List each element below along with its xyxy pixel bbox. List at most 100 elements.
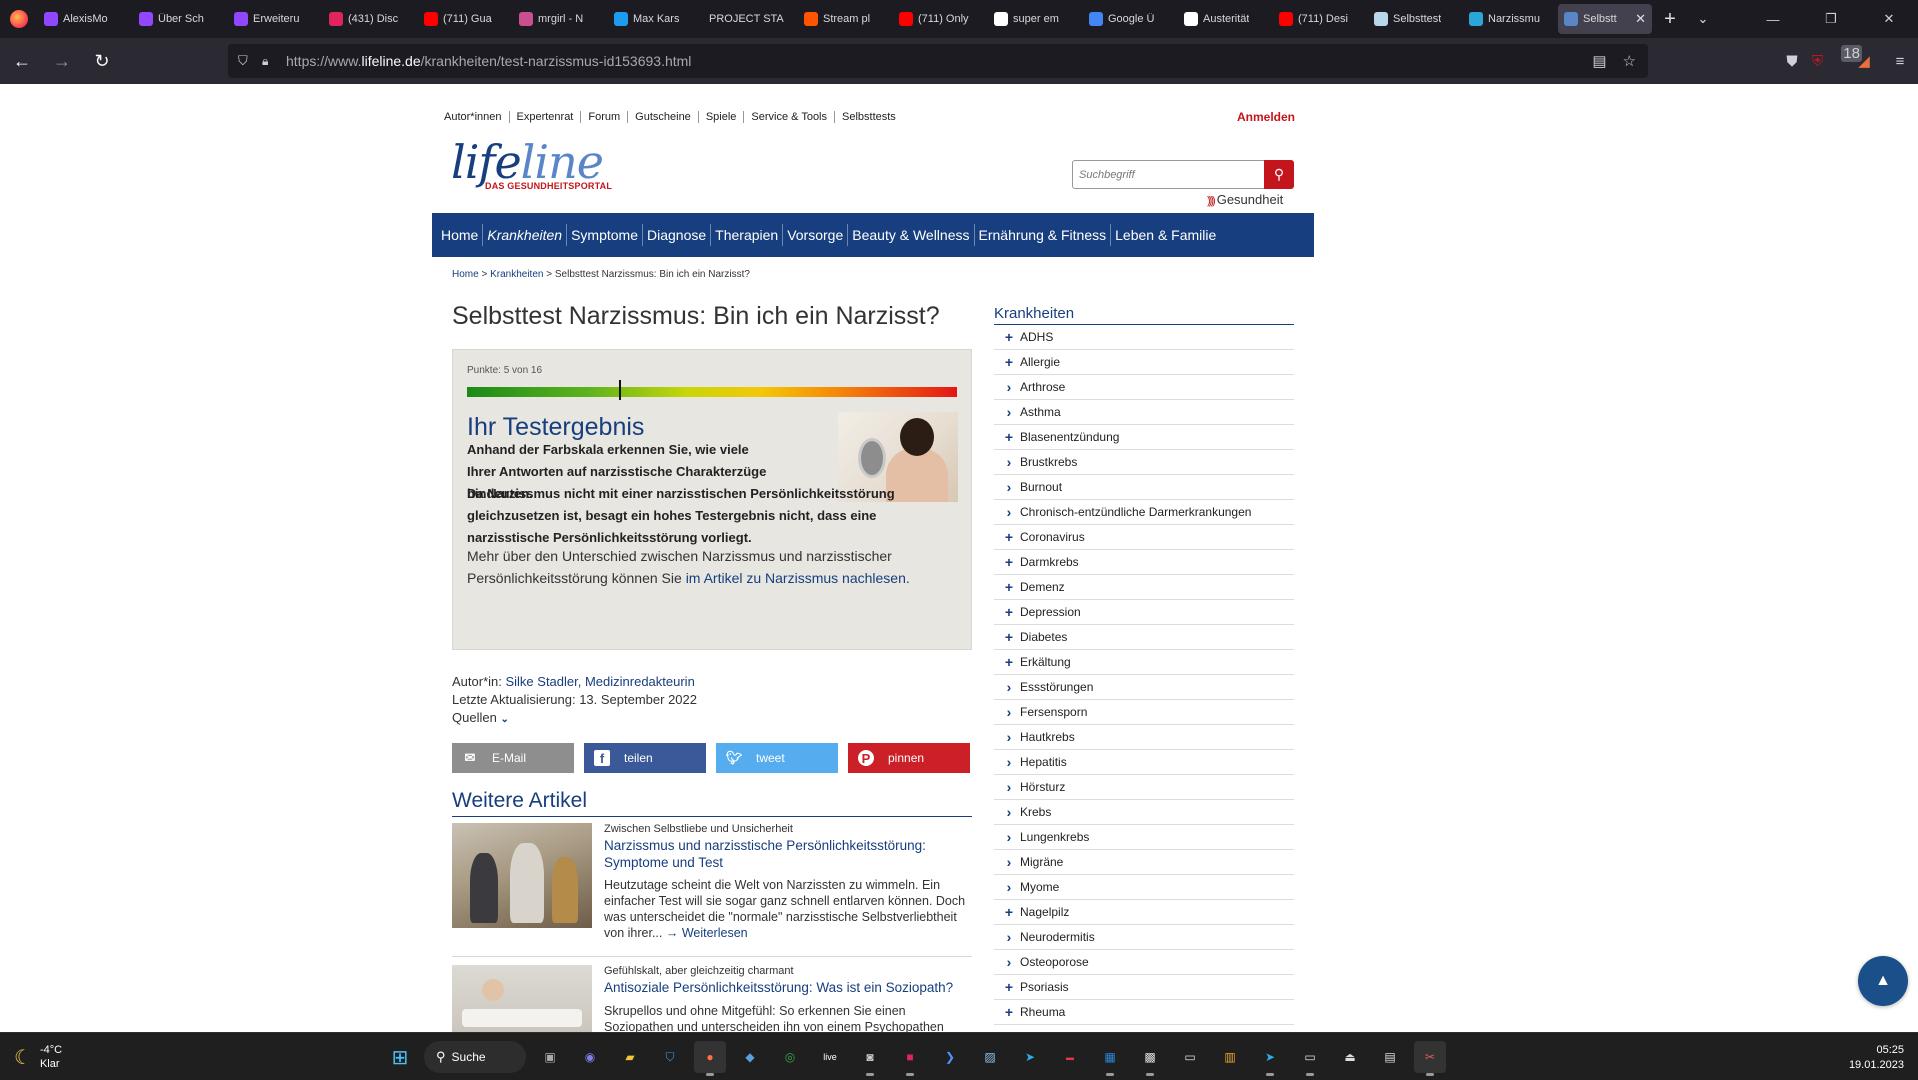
- menu-icon[interactable]: ≡: [1882, 53, 1918, 70]
- url-bar[interactable]: ⛉ 🔒︎ https://www. lifeline.de/krankheiten…: [228, 44, 1648, 78]
- close-window-icon[interactable]: ✕: [1860, 0, 1918, 38]
- teams-chat-icon[interactable]: ◉: [574, 1041, 606, 1073]
- sidebar-item[interactable]: + Demenz: [994, 575, 1294, 600]
- browser-tab[interactable]: (711) Only: [893, 4, 988, 34]
- ublock-extension-icon[interactable]: ⛨ 18: [1810, 44, 1862, 70]
- camera-app-icon[interactable]: ◙: [854, 1041, 886, 1076]
- browser-tab[interactable]: Selbstt ✕: [1558, 4, 1652, 34]
- related-article-image[interactable]: [452, 823, 592, 928]
- forward-icon[interactable]: →: [44, 45, 80, 77]
- read-more-link[interactable]: → Weiterlesen: [666, 926, 748, 940]
- service-nav-link[interactable]: Service & Tools: [744, 111, 835, 123]
- main-nav-link[interactable]: Vorsorge: [783, 224, 849, 246]
- restore-icon[interactable]: ❐: [1802, 0, 1860, 38]
- share-facebook-button[interactable]: f teilen: [584, 743, 706, 773]
- lock-icon[interactable]: 🔒︎: [262, 54, 276, 68]
- sidebar-item[interactable]: › Asthma: [994, 400, 1294, 425]
- browser-tab[interactable]: AlexisMo: [38, 4, 133, 34]
- console-icon[interactable]: ▭: [1294, 1041, 1326, 1076]
- security-shield-icon[interactable]: ⛉: [654, 1041, 686, 1073]
- sidebar-item[interactable]: › Osteoporose: [994, 950, 1294, 975]
- terminal-icon[interactable]: ▭: [1174, 1041, 1206, 1073]
- browser-tab[interactable]: Austerität: [1178, 4, 1273, 34]
- reader-view-icon[interactable]: ▤: [1592, 52, 1606, 70]
- sidebar-item[interactable]: › Krebs: [994, 800, 1294, 825]
- browser-tab[interactable]: Über Sch: [133, 4, 228, 34]
- sidebar-item[interactable]: › Brustkrebs: [994, 450, 1294, 475]
- live-app-icon[interactable]: live: [814, 1041, 846, 1073]
- service-nav-link[interactable]: Expertenrat: [510, 111, 582, 123]
- service-nav-link[interactable]: Autor*innen: [444, 111, 510, 123]
- sources-toggle[interactable]: Quellen ⌄: [452, 710, 509, 725]
- media-app-icon[interactable]: ▩: [1134, 1041, 1166, 1076]
- firefox-taskbar-icon[interactable]: ●: [694, 1041, 726, 1076]
- pocket-icon[interactable]: ⛊: [1774, 53, 1810, 70]
- sidebar-item[interactable]: + Rheuma: [994, 1000, 1294, 1025]
- sidebar-item[interactable]: + Psoriasis: [994, 975, 1294, 1000]
- related-article-title[interactable]: Antisoziale Persönlichkeitsstörung: Was …: [604, 979, 972, 996]
- reload-icon[interactable]: ↻: [84, 45, 120, 77]
- related-article-image[interactable]: [452, 965, 592, 1035]
- browser-tab[interactable]: Google Ü: [1083, 4, 1178, 34]
- library-app-icon[interactable]: ▥: [1214, 1041, 1246, 1073]
- main-nav-link[interactable]: Diagnose: [643, 224, 712, 246]
- sidebar-item[interactable]: + Coronavirus: [994, 525, 1294, 550]
- service-nav-link[interactable]: Spiele: [699, 111, 745, 123]
- browser-tab[interactable]: Narzissmu: [1463, 4, 1558, 34]
- sidebar-item[interactable]: + Darmkrebs: [994, 550, 1294, 575]
- main-nav-link[interactable]: Home: [437, 224, 484, 246]
- sidebar-title[interactable]: Krankheiten: [994, 305, 1294, 325]
- snipping-tool-icon[interactable]: ✂: [1414, 1041, 1446, 1076]
- telegram-2-icon[interactable]: ➤: [1254, 1041, 1286, 1076]
- task-view-icon[interactable]: ▣: [534, 1041, 566, 1073]
- taskbar-search[interactable]: ⚲ Suche: [424, 1041, 526, 1073]
- browser-tab[interactable]: (431) Disc: [323, 4, 418, 34]
- browser-tab[interactable]: Max Kars: [608, 4, 703, 34]
- sidebar-item[interactable]: › Myome: [994, 875, 1294, 900]
- browser-tab[interactable]: PROJECT STA: [703, 4, 798, 34]
- chrome-icon[interactable]: ◎: [774, 1041, 806, 1073]
- main-nav-link[interactable]: Leben & Familie: [1111, 224, 1220, 246]
- related-article[interactable]: Zwischen Selbstliebe und Unsicherheit Na…: [452, 823, 972, 943]
- weather-widget[interactable]: ☾ -4°C Klar: [14, 1043, 62, 1071]
- firefox-icon[interactable]: [10, 10, 28, 28]
- sidebar-item[interactable]: + Nagelpilz: [994, 900, 1294, 925]
- sidebar-item[interactable]: › Migräne: [994, 850, 1294, 875]
- sidebar-item[interactable]: + Blasenentzündung: [994, 425, 1294, 450]
- service-nav-link[interactable]: Selbsttests: [835, 111, 903, 123]
- close-tab-icon[interactable]: ✕: [1631, 11, 1646, 27]
- back-icon[interactable]: ←: [4, 45, 40, 77]
- search-button[interactable]: ⚲: [1264, 160, 1294, 189]
- breadcrumb-home[interactable]: Home: [452, 269, 479, 280]
- login-link[interactable]: Anmelden: [1237, 110, 1295, 124]
- sidebar-item[interactable]: + Diabetes: [994, 625, 1294, 650]
- sidebar-item[interactable]: + Depression: [994, 600, 1294, 625]
- calculator-icon[interactable]: ▤: [1374, 1041, 1406, 1073]
- browser-tab[interactable]: mrgirl - N: [513, 4, 608, 34]
- author-link[interactable]: Silke Stadler, Medizinredakteurin: [505, 674, 694, 689]
- sidebar-item[interactable]: › Hepatitis: [994, 750, 1294, 775]
- main-nav-link[interactable]: Krankheiten: [483, 224, 568, 246]
- messenger-icon[interactable]: ◆: [734, 1041, 766, 1073]
- narzissmus-article-link[interactable]: im Artikel zu Narzissmus nachlesen.: [686, 570, 910, 586]
- sidebar-item[interactable]: › Essstörungen: [994, 675, 1294, 700]
- office-app-icon[interactable]: ▦: [1094, 1041, 1126, 1076]
- windows-start-icon[interactable]: ⊞: [384, 1041, 416, 1073]
- main-nav-link[interactable]: Therapien: [711, 224, 784, 246]
- browser-tab[interactable]: Selbsttest: [1368, 4, 1463, 34]
- scroll-to-top-button[interactable]: ▲: [1858, 956, 1908, 1006]
- streaming-app-icon[interactable]: ■: [894, 1041, 926, 1076]
- minimize-icon[interactable]: —: [1744, 0, 1802, 38]
- browser-tab[interactable]: Erweiteru: [228, 4, 323, 34]
- sidebar-item[interactable]: › Burnout: [994, 475, 1294, 500]
- main-nav-link[interactable]: Beauty & Wellness: [848, 224, 975, 246]
- sidebar-item[interactable]: › Arthrose: [994, 375, 1294, 400]
- sidebar-item[interactable]: + Allergie: [994, 350, 1294, 375]
- powershell-icon[interactable]: ❯: [934, 1041, 966, 1073]
- voicemeeter-icon[interactable]: ▬: [1054, 1041, 1086, 1073]
- service-nav-link[interactable]: Forum: [581, 111, 629, 123]
- telegram-icon[interactable]: ➤: [1014, 1041, 1046, 1073]
- related-article-title[interactable]: Narzissmus und narzisstische Persönlichk…: [604, 837, 972, 871]
- sidebar-item[interactable]: + Erkältung: [994, 650, 1294, 675]
- breadcrumb-section[interactable]: Krankheiten: [490, 269, 543, 280]
